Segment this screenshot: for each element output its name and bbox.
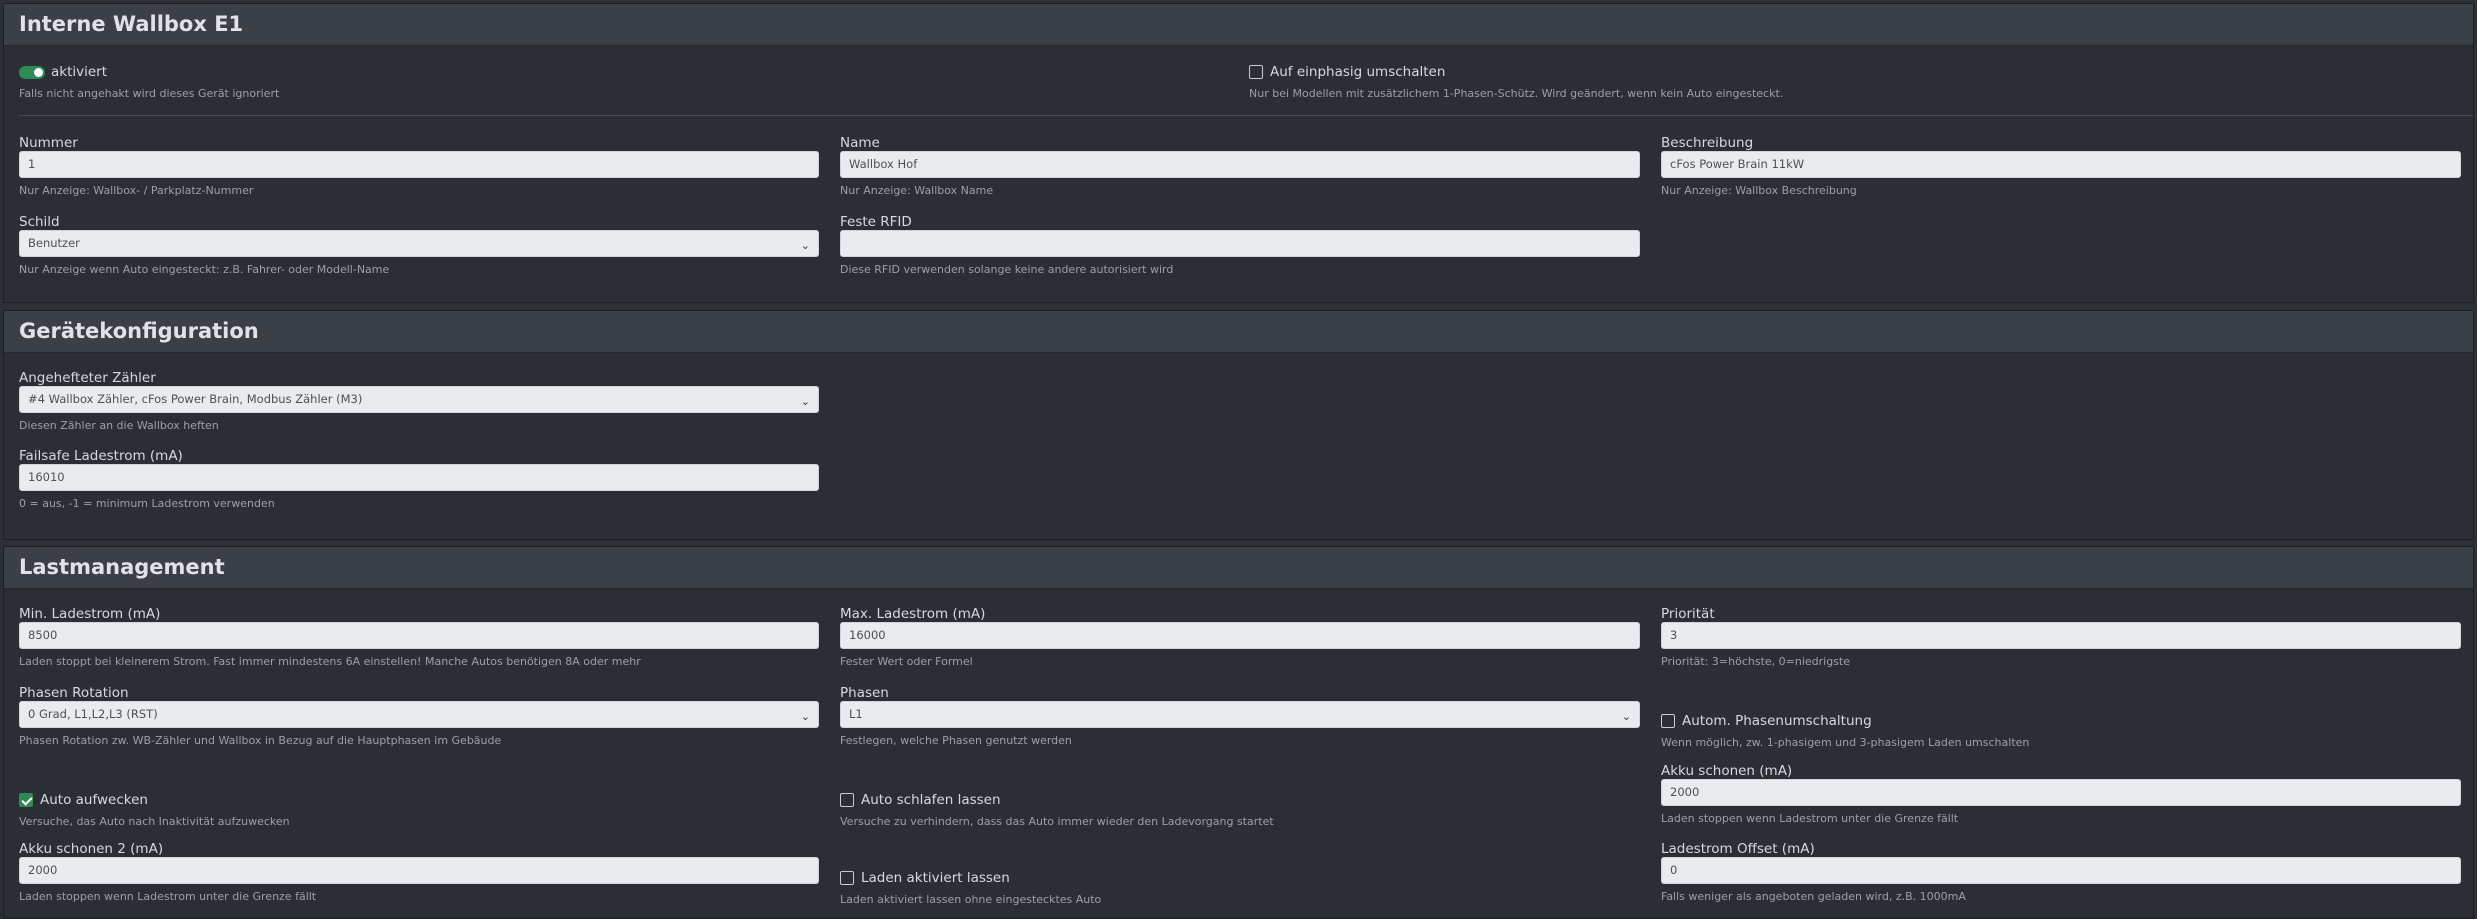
autom-phasenumschaltung-row[interactable]: Autom. Phasenumschaltung Wenn möglich, z… xyxy=(1661,713,2461,749)
schild-select-value: Benutzer xyxy=(28,236,80,250)
section-wallbox: Interne Wallbox E1 aktiviert Falls nicht… xyxy=(3,3,2474,303)
einphasig-help: Nur bei Modellen mit zusätzlichem 1-Phas… xyxy=(1249,87,1784,100)
auto-schlafen-help: Versuche zu verhindern, dass das Auto im… xyxy=(840,815,1274,828)
beschreibung-help: Nur Anzeige: Wallbox Beschreibung xyxy=(1661,184,1857,197)
aktiviert-toggle[interactable] xyxy=(19,66,45,79)
settings-page: Interne Wallbox E1 aktiviert Falls nicht… xyxy=(0,0,2477,919)
laden-aktiviert-checkbox[interactable] xyxy=(840,871,854,885)
laden-aktiviert-row[interactable]: Laden aktiviert lassen Laden aktiviert l… xyxy=(840,870,1640,906)
prioritaet-help: Priorität: 3=höchste, 0=niedrigste xyxy=(1661,655,1851,668)
akku-schonen-2-label: Akku schonen 2 (mA) xyxy=(19,841,164,857)
section-lastmanagement: Lastmanagement Min. Ladestrom (mA) 8500 … xyxy=(3,546,2474,919)
ladestrom-offset-label: Ladestrom Offset (mA) xyxy=(1661,841,1815,857)
phasen-rotation-help: Phasen Rotation zw. WB-Zähler und Wallbo… xyxy=(19,734,502,747)
prioritaet-label: Priorität xyxy=(1661,606,1715,622)
autom-phasenumschaltung-checkbox[interactable] xyxy=(1661,714,1675,728)
autom-phasenumschaltung-label: Autom. Phasenumschaltung xyxy=(1682,713,1872,729)
aktiviert-help: Falls nicht angehakt wird dieses Gerät i… xyxy=(19,87,280,100)
nummer-input[interactable]: 1 xyxy=(19,151,819,178)
einphasig-checkbox-row[interactable]: Auf einphasig umschalten Nur bei Modelle… xyxy=(1249,64,2049,100)
phasen-rotation-label: Phasen Rotation xyxy=(19,685,129,701)
schild-select[interactable]: Benutzer ⌄ xyxy=(19,230,819,257)
rfid-input[interactable] xyxy=(840,230,1640,257)
rfid-help: Diese RFID verwenden solange keine ander… xyxy=(840,263,1174,276)
auto-schlafen-row[interactable]: Auto schlafen lassen Versuche zu verhind… xyxy=(840,792,1640,828)
phasen-rotation-value: 0 Grad, L1,L2,L3 (RST) xyxy=(28,707,158,721)
akku-schonen-2-input[interactable]: 2000 xyxy=(19,857,819,884)
ladestrom-offset-input[interactable]: 0 xyxy=(1661,857,2461,884)
section-header: Interne Wallbox E1 xyxy=(4,4,2473,46)
section-title: Lastmanagement xyxy=(19,555,225,579)
phasen-rotation-select[interactable]: 0 Grad, L1,L2,L3 (RST) ⌄ xyxy=(19,701,819,728)
max-ladestrom-label: Max. Ladestrom (mA) xyxy=(840,606,986,622)
section-header: Lastmanagement xyxy=(4,547,2473,589)
phasen-value: L1 xyxy=(849,707,863,721)
auto-schlafen-label: Auto schlafen lassen xyxy=(861,792,1001,808)
zaehler-select-value: #4 Wallbox Zähler, cFos Power Brain, Mod… xyxy=(28,392,363,406)
chevron-down-icon: ⌄ xyxy=(800,395,810,408)
section-header: Gerätekonfiguration xyxy=(4,311,2473,353)
akku-schonen-input[interactable]: 2000 xyxy=(1661,779,2461,806)
divider xyxy=(19,115,2473,116)
phasen-label: Phasen xyxy=(840,685,889,701)
akku-schonen-help: Laden stoppen wenn Ladestrom unter die G… xyxy=(1661,812,1959,825)
section-title: Interne Wallbox E1 xyxy=(19,12,244,36)
einphasig-label: Auf einphasig umschalten xyxy=(1270,64,1446,80)
min-ladestrom-label: Min. Ladestrom (mA) xyxy=(19,606,161,622)
beschreibung-input[interactable]: cFos Power Brain 11kW xyxy=(1661,151,2461,178)
prioritaet-input[interactable]: 3 xyxy=(1661,622,2461,649)
schild-label: Schild xyxy=(19,214,60,230)
beschreibung-label: Beschreibung xyxy=(1661,135,1754,151)
chevron-down-icon: ⌄ xyxy=(800,239,810,252)
autom-phasenumschaltung-help: Wenn möglich, zw. 1-phasigem und 3-phasi… xyxy=(1661,736,2030,749)
akku-schonen-label: Akku schonen (mA) xyxy=(1661,763,1793,779)
nummer-label: Nummer xyxy=(19,135,78,151)
phasen-help: Festlegen, welche Phasen genutzt werden xyxy=(840,734,1072,747)
name-help: Nur Anzeige: Wallbox Name xyxy=(840,184,994,197)
laden-aktiviert-help: Laden aktiviert lassen ohne eingesteckte… xyxy=(840,893,1102,906)
phasen-select[interactable]: L1 ⌄ xyxy=(840,701,1640,728)
name-label: Name xyxy=(840,135,880,151)
aktiviert-label: aktiviert xyxy=(51,64,108,80)
laden-aktiviert-label: Laden aktiviert lassen xyxy=(861,870,1010,886)
auto-schlafen-checkbox[interactable] xyxy=(840,793,854,807)
chevron-down-icon: ⌄ xyxy=(1621,710,1631,723)
min-ladestrom-input[interactable]: 8500 xyxy=(19,622,819,649)
failsafe-help: 0 = aus, -1 = minimum Ladestrom verwende… xyxy=(19,497,275,510)
failsafe-label: Failsafe Ladestrom (mA) xyxy=(19,448,183,464)
name-input[interactable]: Wallbox Hof xyxy=(840,151,1640,178)
section-geraetekonfiguration: Gerätekonfiguration Angehefteter Zähler … xyxy=(3,310,2474,540)
chevron-down-icon: ⌄ xyxy=(800,710,810,723)
auto-aufwecken-checkbox[interactable] xyxy=(19,793,33,807)
zaehler-label: Angehefteter Zähler xyxy=(19,370,156,386)
einphasig-checkbox[interactable] xyxy=(1249,65,1263,79)
schild-help: Nur Anzeige wenn Auto eingesteckt: z.B. … xyxy=(19,263,390,276)
section-title: Gerätekonfiguration xyxy=(19,319,259,343)
min-ladestrom-help: Laden stoppt bei kleinerem Strom. Fast i… xyxy=(19,655,641,668)
aktiviert-toggle-row[interactable]: aktiviert Falls nicht angehakt wird dies… xyxy=(19,64,619,100)
rfid-label: Feste RFID xyxy=(840,214,912,230)
zaehler-select[interactable]: #4 Wallbox Zähler, cFos Power Brain, Mod… xyxy=(19,386,819,413)
auto-aufwecken-row[interactable]: Auto aufwecken Versuche, das Auto nach I… xyxy=(19,792,819,828)
akku-schonen-2-help: Laden stoppen wenn Ladestrom unter die G… xyxy=(19,890,317,903)
nummer-help: Nur Anzeige: Wallbox- / Parkplatz-Nummer xyxy=(19,184,254,197)
auto-aufwecken-help: Versuche, das Auto nach Inaktivität aufz… xyxy=(19,815,290,828)
ladestrom-offset-help: Falls weniger als angeboten geladen wird… xyxy=(1661,890,1966,903)
failsafe-input[interactable]: 16010 xyxy=(19,464,819,491)
auto-aufwecken-label: Auto aufwecken xyxy=(40,792,148,808)
zaehler-help: Diesen Zähler an die Wallbox heften xyxy=(19,419,219,432)
max-ladestrom-input[interactable]: 16000 xyxy=(840,622,1640,649)
max-ladestrom-help: Fester Wert oder Formel xyxy=(840,655,973,668)
